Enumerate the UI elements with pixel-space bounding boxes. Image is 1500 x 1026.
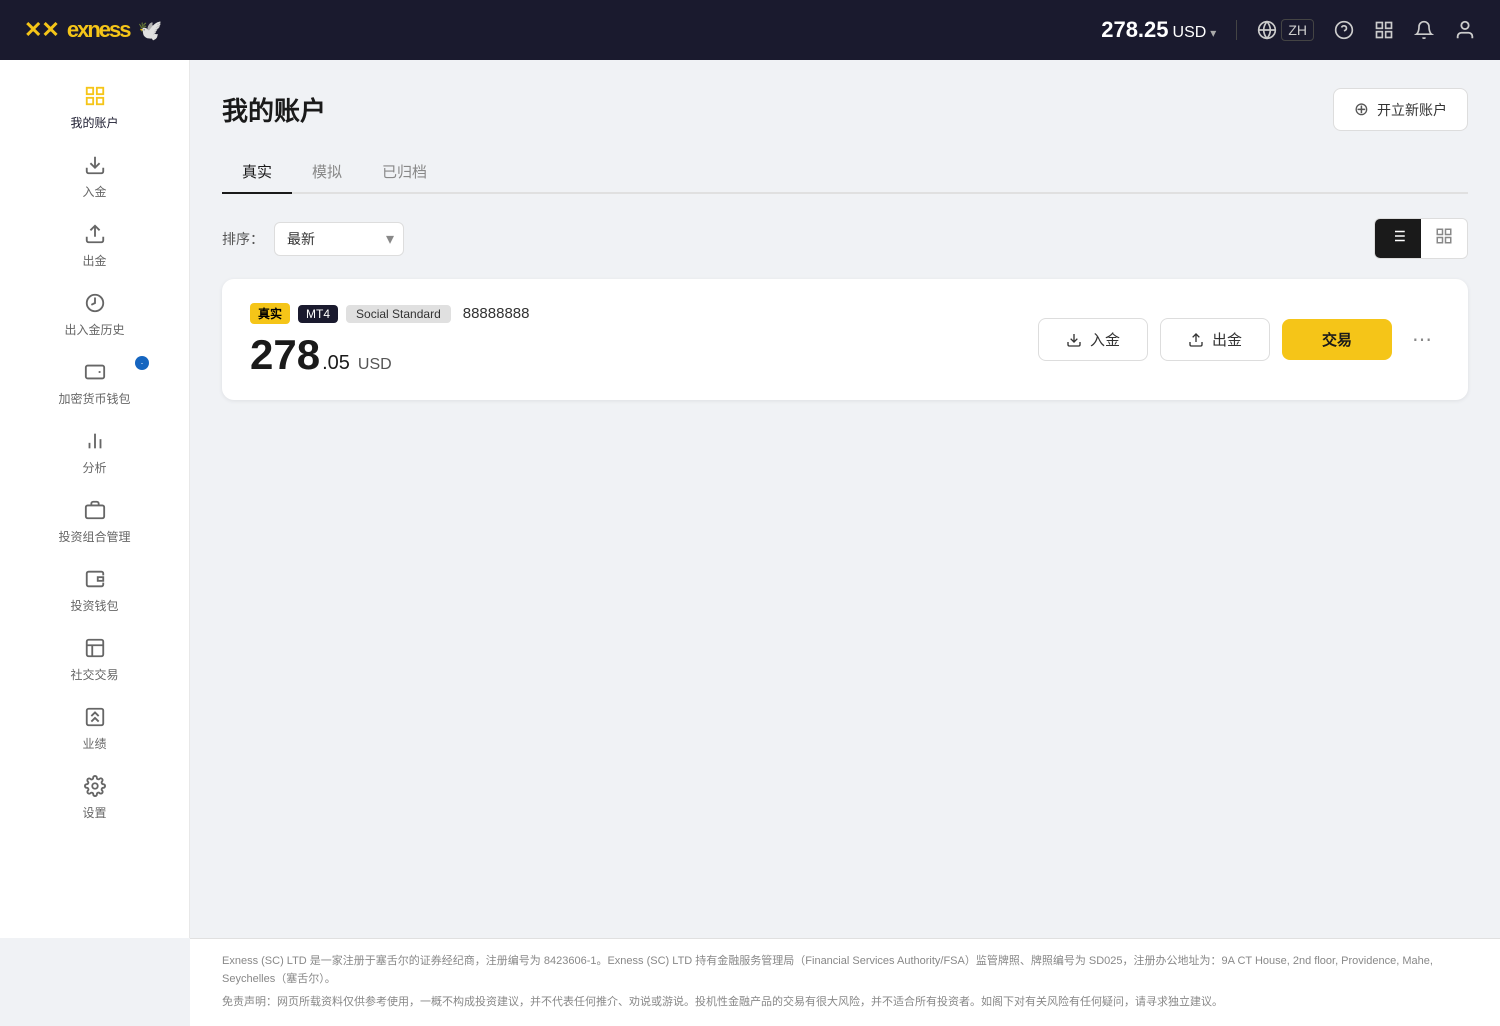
sidebar-label-withdraw: 出金 bbox=[82, 252, 106, 269]
account-balance: 278 .05 USD bbox=[250, 334, 530, 376]
social-trading-icon bbox=[81, 634, 109, 662]
trade-button[interactable]: 交易 bbox=[1282, 319, 1392, 360]
account-tabs: 真实 模拟 已归档 bbox=[222, 151, 1468, 194]
sidebar-item-invest-wallet[interactable]: 投资钱包 bbox=[0, 555, 189, 624]
deposit-icon bbox=[81, 151, 109, 179]
my-accounts-icon bbox=[81, 82, 109, 110]
sidebar: 我的账户 入金 出金 出入金历史 · 加密货币钱包 分析 bbox=[0, 60, 190, 938]
settings-icon bbox=[81, 772, 109, 800]
sidebar-label-history: 出入金历史 bbox=[64, 321, 124, 338]
logo-bird-icon: 🕊️ bbox=[138, 18, 163, 43]
crypto-badge: · bbox=[135, 356, 149, 370]
card-actions: 入金 出金 交易 ⋯ bbox=[1038, 318, 1440, 361]
more-icon: ⋯ bbox=[1412, 329, 1432, 351]
card-badges: 真实 MT4 Social Standard 88888888 bbox=[250, 303, 530, 324]
crypto-wallet-icon bbox=[81, 358, 109, 386]
currency-chevron-icon[interactable]: ▾ bbox=[1210, 26, 1216, 40]
sidebar-item-settings[interactable]: 设置 bbox=[0, 762, 189, 831]
grid-view-button[interactable] bbox=[1421, 219, 1467, 258]
sidebar-label-social-trading: 社交交易 bbox=[70, 666, 118, 683]
deposit-label: 入金 bbox=[1090, 329, 1120, 350]
new-account-label: 开立新账户 bbox=[1377, 100, 1447, 120]
sidebar-item-social-trading[interactable]: 社交交易 bbox=[0, 624, 189, 693]
sort-select[interactable]: 最新 最旧 余额从高到低 余额从低到高 bbox=[274, 222, 404, 256]
bell-icon-btn[interactable] bbox=[1414, 20, 1434, 40]
card-left: 真实 MT4 Social Standard 88888888 278 .05 … bbox=[250, 303, 530, 376]
withdraw-label: 出金 bbox=[1212, 329, 1242, 350]
globe-icon-btn[interactable]: ZH bbox=[1257, 19, 1314, 41]
more-options-button[interactable]: ⋯ bbox=[1404, 323, 1440, 356]
account-number: 88888888 bbox=[463, 305, 530, 322]
toolbar: 排序： 最新 最旧 余额从高到低 余额从低到高 ▾ bbox=[222, 218, 1468, 259]
main-content: 我的账户 ⊕ 开立新账户 真实 模拟 已归档 排序： 最新 最旧 余额从高到低 … bbox=[190, 60, 1500, 938]
invest-wallet-icon bbox=[81, 565, 109, 593]
plus-circle-icon: ⊕ bbox=[1354, 99, 1369, 120]
tab-archived[interactable]: 已归档 bbox=[362, 151, 447, 194]
portfolio-icon bbox=[81, 496, 109, 524]
sidebar-item-withdraw[interactable]: 出金 bbox=[0, 210, 189, 279]
trade-label: 交易 bbox=[1322, 332, 1352, 349]
badge-real: 真实 bbox=[250, 303, 290, 324]
account-card: 真实 MT4 Social Standard 88888888 278 .05 … bbox=[222, 279, 1468, 400]
sidebar-label-crypto-wallet: 加密货币钱包 bbox=[58, 390, 130, 407]
sort-wrapper: 最新 最旧 余额从高到低 余额从低到高 ▾ bbox=[274, 222, 404, 256]
sidebar-label-analysis: 分析 bbox=[82, 459, 106, 476]
balance-display[interactable]: 278.25 USD ▾ bbox=[1101, 17, 1216, 43]
balance-currency-label: USD bbox=[358, 356, 392, 374]
deposit-button[interactable]: 入金 bbox=[1038, 318, 1148, 361]
sidebar-item-crypto-wallet[interactable]: · 加密货币钱包 bbox=[0, 348, 189, 417]
tab-real[interactable]: 真实 bbox=[222, 151, 292, 194]
user-icon-btn[interactable] bbox=[1454, 19, 1476, 41]
footer-line1: Exness (SC) LTD 是一家注册于塞舌尔的证券经纪商，注册编号为 84… bbox=[222, 953, 1468, 988]
list-view-button[interactable] bbox=[1375, 219, 1421, 258]
page-header: 我的账户 ⊕ 开立新账户 bbox=[222, 88, 1468, 131]
page-title: 我的账户 bbox=[222, 91, 326, 128]
sidebar-label-portfolio: 投资组合管理 bbox=[58, 528, 130, 545]
balance-main: 278 bbox=[250, 334, 320, 376]
sidebar-item-analysis[interactable]: 分析 bbox=[0, 417, 189, 486]
sidebar-label-deposit: 入金 bbox=[82, 183, 106, 200]
withdraw-icon bbox=[81, 220, 109, 248]
sidebar-label-my-accounts: 我的账户 bbox=[70, 114, 118, 131]
logo: ✕✕ exness 🕊️ bbox=[24, 17, 162, 43]
sidebar-item-performance[interactable]: 业绩 bbox=[0, 693, 189, 762]
balance-decimal: .05 bbox=[322, 352, 350, 375]
footer-line2: 免责声明：网页所载资料仅供参考使用，一概不构成投资建议，并不代表任何推介、劝说或… bbox=[222, 994, 1468, 1012]
tab-demo[interactable]: 模拟 bbox=[292, 151, 362, 194]
badge-social-standard: Social Standard bbox=[346, 305, 451, 323]
history-icon bbox=[81, 289, 109, 317]
sidebar-label-invest-wallet: 投资钱包 bbox=[70, 597, 118, 614]
lang-label[interactable]: ZH bbox=[1281, 19, 1314, 41]
help-icon-btn[interactable] bbox=[1334, 20, 1354, 40]
withdraw-button[interactable]: 出金 bbox=[1160, 318, 1270, 361]
sidebar-item-portfolio[interactable]: 投资组合管理 bbox=[0, 486, 189, 555]
performance-icon bbox=[81, 703, 109, 731]
balance-amount: 278.25 bbox=[1101, 17, 1168, 43]
sidebar-label-settings: 设置 bbox=[82, 804, 106, 821]
logo-icon: ✕✕ bbox=[24, 17, 59, 43]
balance-currency: USD bbox=[1173, 24, 1207, 42]
top-navbar: ✕✕ exness 🕊️ 278.25 USD ▾ ZH bbox=[0, 0, 1500, 60]
analysis-icon bbox=[81, 427, 109, 455]
footer: Exness (SC) LTD 是一家注册于塞舌尔的证券经纪商，注册编号为 84… bbox=[190, 938, 1500, 1026]
sort-label: 排序： bbox=[222, 229, 264, 249]
sidebar-label-performance: 业绩 bbox=[82, 735, 106, 752]
sidebar-item-deposit[interactable]: 入金 bbox=[0, 141, 189, 210]
sort-section: 排序： 最新 最旧 余额从高到低 余额从低到高 ▾ bbox=[222, 222, 404, 256]
divider bbox=[1236, 20, 1237, 40]
sidebar-item-my-accounts[interactable]: 我的账户 bbox=[0, 72, 189, 141]
view-toggle bbox=[1374, 218, 1468, 259]
badge-mt4: MT4 bbox=[298, 305, 338, 323]
logo-text: exness bbox=[67, 17, 130, 43]
new-account-button[interactable]: ⊕ 开立新账户 bbox=[1333, 88, 1468, 131]
grid-icon-btn[interactable] bbox=[1374, 20, 1394, 40]
sidebar-item-history[interactable]: 出入金历史 bbox=[0, 279, 189, 348]
topnav-right: 278.25 USD ▾ ZH bbox=[1101, 17, 1476, 43]
